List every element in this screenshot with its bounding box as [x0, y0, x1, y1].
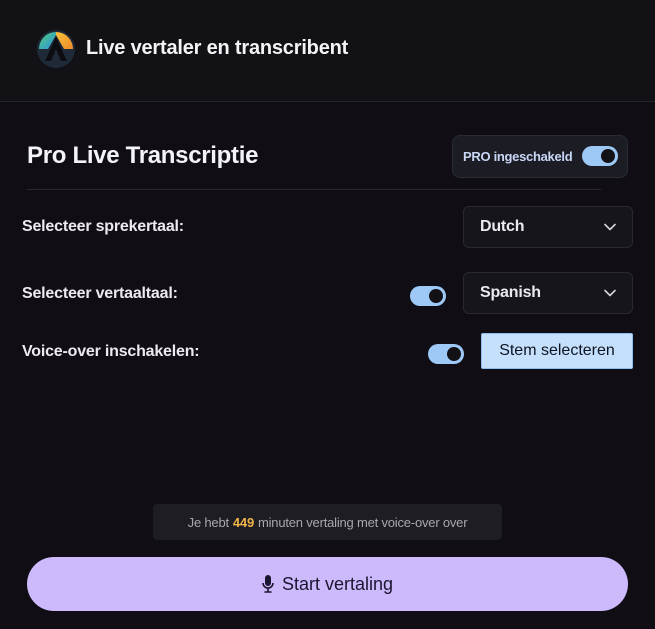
start-translation-button[interactable]: Start vertaling [27, 557, 628, 611]
translation-language-label: Selecteer vertaaltaal: [22, 285, 178, 302]
section-title: Pro Live Transcriptie [27, 142, 259, 169]
microphone-icon [262, 575, 274, 593]
chevron-down-icon [604, 223, 616, 231]
notice-prefix: Je hebt [187, 514, 229, 530]
toggle-knob [447, 347, 461, 361]
translation-language-select[interactable]: Spanish [463, 272, 633, 314]
app-logo-icon [37, 29, 75, 68]
pro-badge: PRO ingeschakeld [452, 135, 628, 178]
voice-over-label: Voice-over inschakelen: [22, 343, 200, 360]
minutes-notice: Je hebt 449 minuten vertaling met voice-… [153, 504, 502, 540]
section-divider [27, 189, 601, 190]
pro-toggle[interactable] [582, 146, 618, 166]
minutes-count: 449 [232, 514, 254, 530]
pro-label: PRO ingeschakeld [463, 149, 573, 164]
select-voice-button[interactable]: Stem selecteren [481, 333, 633, 369]
translation-toggle[interactable] [410, 286, 446, 306]
notice-suffix: minuten vertaling met voice-over over [257, 514, 468, 530]
speaker-language-select[interactable]: Dutch [463, 206, 633, 248]
app-title: Live vertaler en transcribent [86, 37, 349, 59]
speaker-language-label: Selecteer sprekertaal: [22, 218, 184, 235]
start-button-label: Start vertaling [281, 573, 394, 594]
translation-language-value: Spanish [480, 284, 541, 301]
toggle-knob [601, 149, 615, 163]
chevron-down-icon [604, 289, 616, 297]
toggle-knob [429, 289, 443, 303]
app-header: Live vertaler en transcribent [0, 0, 655, 102]
voice-over-toggle[interactable] [428, 344, 464, 364]
app-window: Live vertaler en transcribent Pro Live T… [0, 0, 655, 629]
speaker-language-value: Dutch [480, 218, 525, 235]
